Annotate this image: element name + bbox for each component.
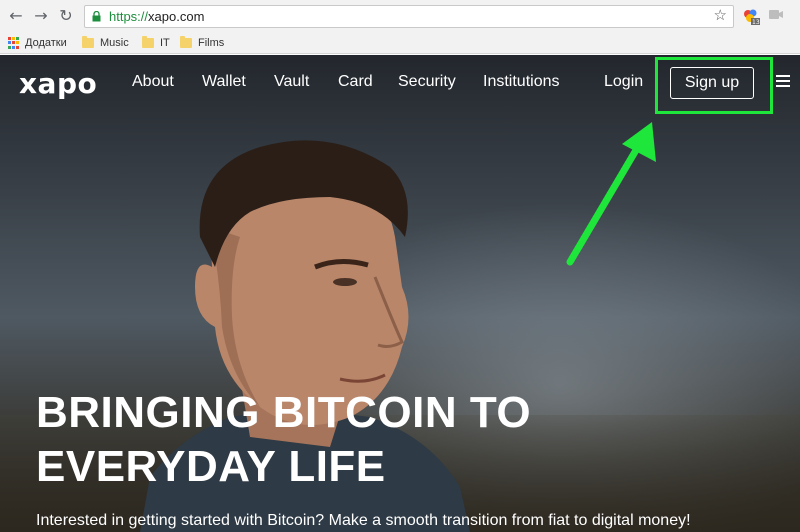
- url-text: https://xapo.com: [109, 9, 204, 24]
- address-bar[interactable]: https://xapo.com ☆: [84, 5, 734, 28]
- extension-icon[interactable]: 13: [742, 8, 760, 26]
- url-scheme: https://: [109, 9, 149, 24]
- hero-headline: BRINGING BITCOIN TO EVERYDAY LIFE: [36, 386, 531, 494]
- nav-security[interactable]: Security: [398, 73, 456, 91]
- nav-wallet[interactable]: Wallet: [202, 73, 246, 91]
- nav-vault[interactable]: Vault: [274, 73, 309, 91]
- bookmark-label: Music: [100, 37, 129, 49]
- bookmark-label: Додатки: [25, 37, 67, 49]
- nav-institutions[interactable]: Institutions: [483, 73, 559, 91]
- bookmark-films[interactable]: Films: [180, 35, 224, 51]
- apps-icon: [8, 37, 20, 49]
- folder-icon: [180, 36, 192, 48]
- url-host: xapo.com: [148, 9, 205, 24]
- forward-icon[interactable]: →: [31, 6, 51, 26]
- headline-line-2: EVERYDAY LIFE: [36, 442, 386, 491]
- back-icon[interactable]: ←: [6, 6, 26, 26]
- signup-button[interactable]: Sign up: [670, 67, 754, 99]
- bookmark-label: IT: [160, 37, 170, 49]
- folder-icon: [142, 36, 154, 48]
- bookmark-music[interactable]: Music: [82, 35, 129, 51]
- browser-toolbar: ← → ↻ https://xapo.com ☆ 13: [0, 0, 800, 32]
- bookmark-it[interactable]: IT: [142, 35, 170, 51]
- site-header: xapo About Wallet Vault Card Security In…: [0, 55, 800, 114]
- reload-icon[interactable]: ↻: [56, 6, 76, 26]
- svg-text:13: 13: [752, 19, 760, 26]
- hamburger-menu-icon[interactable]: [776, 75, 790, 87]
- nav-card[interactable]: Card: [338, 73, 373, 91]
- nav-about[interactable]: About: [132, 73, 174, 91]
- lock-icon: [92, 11, 101, 22]
- annotation-arrow-icon: [566, 122, 656, 266]
- bookmarks-bar: Додатки Music IT Films: [0, 32, 800, 54]
- bookmark-label: Films: [198, 37, 225, 49]
- xapo-logo[interactable]: xapo: [19, 67, 97, 100]
- bookmark-star-icon[interactable]: ☆: [714, 6, 727, 24]
- video-extension-icon[interactable]: [768, 8, 784, 22]
- bookmark-apps[interactable]: Додатки: [8, 35, 67, 51]
- folder-icon: [82, 36, 94, 48]
- hero-subline: Interested in getting started with Bitco…: [36, 512, 691, 529]
- headline-line-1: BRINGING BITCOIN TO: [36, 388, 532, 437]
- login-link[interactable]: Login: [604, 73, 643, 91]
